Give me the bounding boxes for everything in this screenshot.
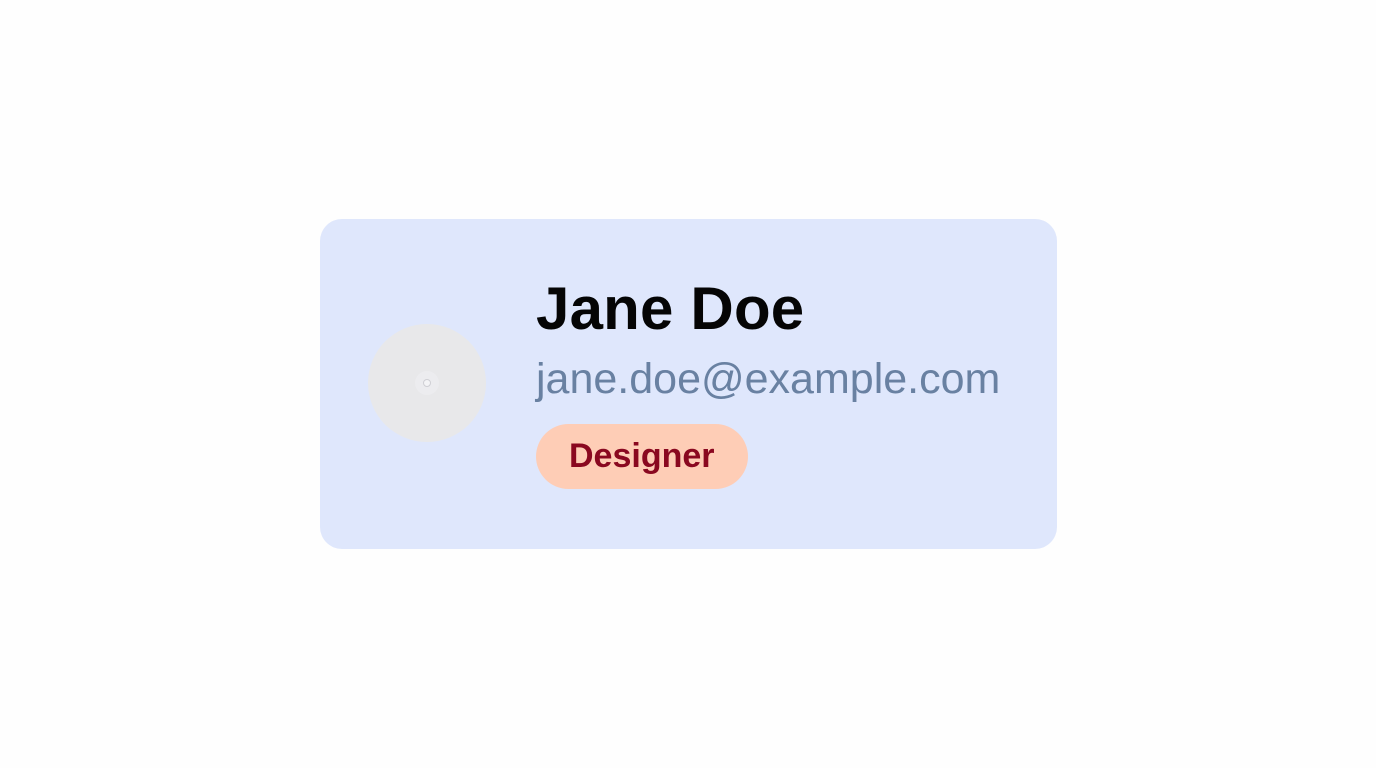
role-badge: Designer [536,424,748,489]
profile-name: Jane Doe [536,275,805,342]
profile-info: Jane Doe jane.doe@example.com Designer [536,273,1000,489]
user-avatar-placeholder-icon [415,371,439,395]
avatar[interactable] [368,324,486,442]
profile-email[interactable]: jane.doe@example.com [536,355,1000,403]
profile-card: Jane Doe jane.doe@example.com Designer [320,219,1057,549]
